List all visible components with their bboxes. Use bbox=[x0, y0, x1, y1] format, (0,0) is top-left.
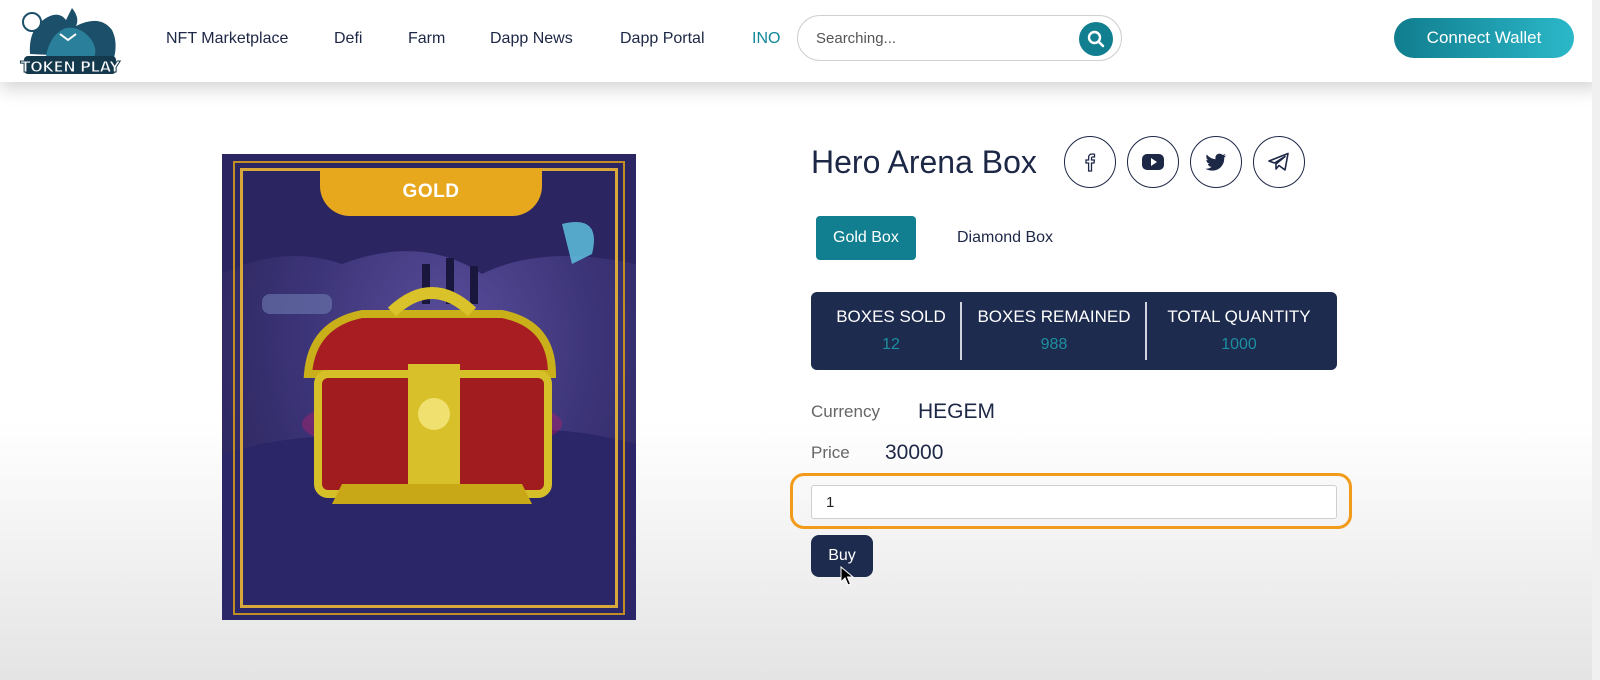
quantity-input[interactable] bbox=[811, 485, 1337, 519]
currency-label: Currency bbox=[811, 402, 880, 421]
stat-boxes-remained: BOXES REMAINED 988 bbox=[965, 292, 1143, 370]
nav-nft-marketplace[interactable]: NFT Marketplace bbox=[166, 30, 288, 48]
stat-value: 12 bbox=[882, 336, 900, 353]
stat-divider bbox=[1145, 302, 1147, 360]
stat-divider bbox=[960, 302, 962, 360]
search-input[interactable] bbox=[816, 26, 1066, 50]
stat-label: BOXES SOLD bbox=[836, 307, 946, 326]
currency-value: HEGEM bbox=[918, 400, 996, 423]
nav-dapp-portal[interactable]: Dapp Portal bbox=[620, 30, 705, 48]
twitter-icon bbox=[1205, 153, 1226, 171]
search-icon bbox=[1087, 30, 1105, 48]
stat-value: 988 bbox=[1040, 336, 1068, 353]
nav-farm[interactable]: Farm bbox=[408, 30, 445, 48]
telegram-icon bbox=[1268, 152, 1289, 171]
facebook-icon bbox=[1085, 153, 1096, 172]
token-play-logo[interactable]: TOKEN PLAY bbox=[20, 4, 121, 77]
product-title: Hero Arena Box bbox=[811, 144, 1037, 180]
twitter-button[interactable] bbox=[1190, 136, 1242, 188]
mouse-cursor-icon bbox=[840, 566, 854, 586]
stat-total-quantity: TOTAL QUANTITY 1000 bbox=[1149, 292, 1329, 370]
top-header: TOKEN PLAY NFT Marketplace Defi Farm Dap… bbox=[0, 0, 1600, 82]
stat-label: TOTAL QUANTITY bbox=[1167, 307, 1311, 326]
product-image: GOLD bbox=[222, 154, 636, 620]
card-frame bbox=[233, 161, 625, 615]
telegram-button[interactable] bbox=[1253, 136, 1305, 188]
search-bar bbox=[797, 15, 1122, 61]
stat-label: BOXES REMAINED bbox=[977, 307, 1131, 326]
price-value: 30000 bbox=[885, 441, 944, 464]
stat-value: 1000 bbox=[1221, 336, 1257, 353]
nav-defi[interactable]: Defi bbox=[334, 30, 362, 48]
box-stats-panel: BOXES SOLD 12 BOXES REMAINED 988 TOTAL Q… bbox=[811, 292, 1337, 370]
youtube-button[interactable] bbox=[1127, 136, 1179, 188]
connect-wallet-button[interactable]: Connect Wallet bbox=[1394, 18, 1574, 58]
tab-diamond-box[interactable]: Diamond Box bbox=[940, 216, 1070, 260]
gold-ribbon: GOLD bbox=[320, 168, 542, 216]
stat-boxes-sold: BOXES SOLD 12 bbox=[811, 292, 971, 370]
youtube-icon bbox=[1142, 154, 1164, 170]
scrollbar[interactable] bbox=[1592, 0, 1600, 680]
search-button[interactable] bbox=[1079, 22, 1113, 56]
logo-text: TOKEN PLAY bbox=[20, 58, 121, 77]
nav-dapp-news[interactable]: Dapp News bbox=[490, 30, 573, 48]
nav-ino[interactable]: INO bbox=[752, 30, 780, 48]
tab-gold-box[interactable]: Gold Box bbox=[816, 216, 916, 260]
facebook-button[interactable] bbox=[1064, 136, 1116, 188]
price-label: Price bbox=[811, 443, 850, 462]
